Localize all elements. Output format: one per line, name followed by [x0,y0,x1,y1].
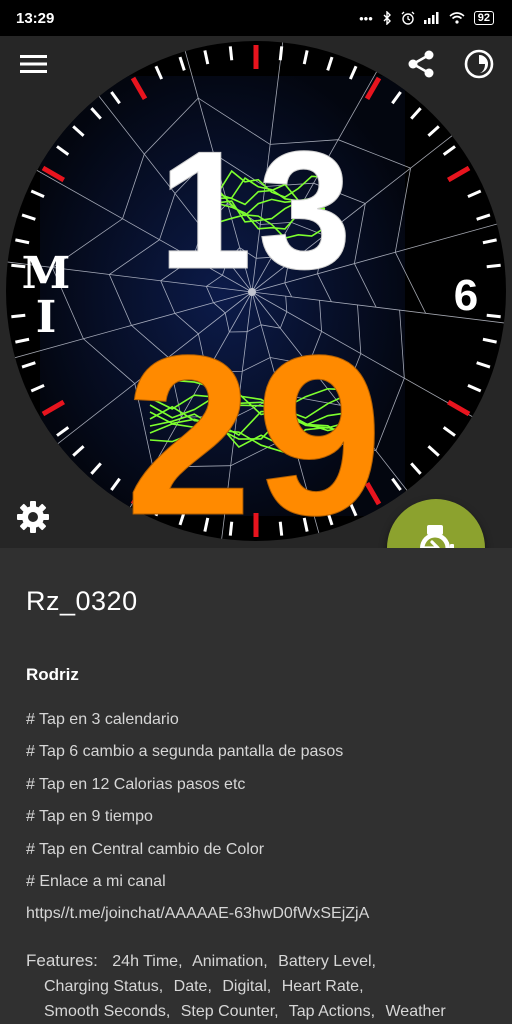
description-line: # Enlace a mi canal [26,872,166,890]
share-icon [408,50,434,78]
theme-button[interactable] [459,44,499,84]
status-icons: ••• 92 [359,11,494,26]
gear-icon [17,501,49,533]
signal-icon [423,12,439,24]
watch-preview: 13 29 M I 6 [0,36,512,548]
description: # Tap en 3 calendario # Tap 6 cambio a s… [26,708,496,935]
feature-item: Animation, [192,953,268,970]
minute-tick [486,313,501,319]
description-line: # Tap en 12 Calorias pasos etc [26,775,246,793]
feature-item: Heart Rate, [281,978,364,995]
left-label-i: I [36,292,57,343]
feature-item: Charging Status, [44,978,164,995]
description-line: # Tap en Central cambio de Color [26,840,265,858]
minute-tick [11,313,26,319]
settings-button[interactable] [13,497,53,537]
features-list: Features: 24h Time, Animation, Battery L… [26,948,506,1024]
menu-button[interactable] [14,44,54,84]
feature-item: 24h Time, [112,953,183,970]
status-time: 13:29 [16,9,55,27]
status-bar: 13:29 ••• 92 [0,0,512,36]
description-link[interactable]: https//t.me/joinchat/AAAAAE-63hwD0fWxSEj… [26,902,496,934]
watchface-details: Rz_0320 Rodriz # Tap en 3 calendario # T… [0,548,512,1024]
right-label-six[interactable]: 6 [454,271,478,320]
feature-item: Step Counter, [180,1003,279,1020]
wifi-icon [449,12,465,24]
minute-tick [278,46,284,61]
minute-tick [228,46,234,61]
description-line: # Tap en 9 tiempo [26,808,153,826]
watchface-name: Rz_0320 [26,586,138,616]
description-line: # Tap 6 cambio a segunda pantalla de pas… [26,743,344,761]
share-button[interactable] [401,44,441,84]
battery-indicator: 92 [473,11,494,25]
alarm-icon [401,11,415,25]
minute-tick [486,263,501,269]
description-line: # Tap en 3 calendario [26,711,179,728]
bluetooth-icon [383,11,391,25]
author-name[interactable]: Rodriz [26,665,79,685]
minute-digits[interactable]: 29 [125,309,387,549]
more-horiz-icon: ••• [359,10,373,26]
theme-toggle-icon [464,49,494,79]
feature-item: Weather [385,1003,446,1020]
hamburger-menu-icon [20,55,47,73]
feature-item: Tap Actions, [288,1003,376,1020]
watch-face[interactable]: 13 29 M I 6 [0,36,512,548]
feature-item: Date, [173,978,212,995]
feature-item: Smooth Seconds, [44,1003,171,1020]
features-label: Features: [26,951,98,970]
feature-item: Battery Level, [278,953,376,970]
feature-item: Digital, [222,978,272,995]
hour-digits[interactable]: 13 [158,116,358,305]
